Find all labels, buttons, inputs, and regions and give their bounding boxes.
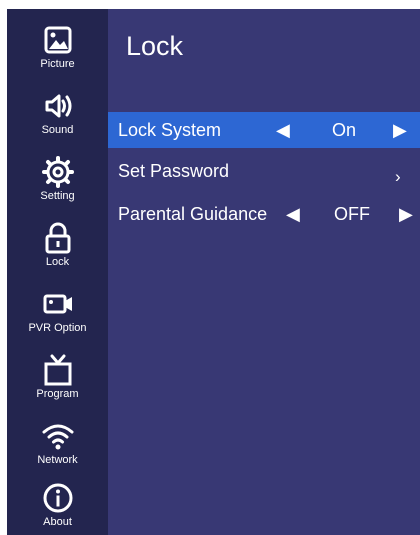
picture-icon — [44, 26, 71, 54]
lock-icon — [45, 222, 70, 254]
sidebar-item-program[interactable]: Program — [7, 353, 108, 400]
sidebar-item-label: Lock — [45, 256, 70, 268]
arrow-right-icon[interactable]: ▶ — [393, 112, 407, 148]
row-set-password[interactable]: Set Password › — [108, 153, 420, 189]
sidebar: Picture Sound Setting Lock PVR Option Pr… — [7, 9, 108, 535]
main-panel: Lock Lock System ◀ On ▶ Set Password › P… — [108, 9, 420, 535]
sidebar-item-network[interactable]: Network — [7, 419, 108, 466]
chevron-right-icon: › — [395, 167, 401, 186]
page-title: Lock — [126, 31, 184, 61]
camera-icon — [43, 294, 72, 314]
row-value: OFF — [334, 204, 370, 224]
tv-icon — [44, 354, 71, 386]
sidebar-item-setting[interactable]: Setting — [7, 155, 108, 202]
arrow-left-icon[interactable]: ◀ — [286, 196, 300, 232]
sound-icon — [45, 94, 71, 118]
sidebar-item-label: Setting — [40, 190, 75, 202]
row-label: Parental Guidance — [118, 204, 268, 224]
row-parental-guidance[interactable]: Parental Guidance ◀ OFF ▶ — [108, 196, 420, 232]
sidebar-item-label: PVR Option — [28, 322, 87, 334]
sidebar-item-label: Picture — [40, 58, 75, 70]
wifi-icon — [42, 424, 73, 450]
arrow-right-icon[interactable]: ▶ — [399, 196, 413, 232]
sidebar-item-pvr-option[interactable]: PVR Option — [7, 287, 108, 334]
row-label: Lock System — [118, 120, 222, 140]
sidebar-item-label: Sound — [41, 124, 74, 136]
row-label: Set Password — [118, 161, 230, 181]
sidebar-item-label: About — [43, 516, 72, 528]
row-value: On — [331, 120, 356, 140]
info-icon — [43, 483, 72, 513]
sidebar-item-label: Network — [37, 454, 78, 466]
setting-gear-icon — [41, 156, 74, 188]
sidebar-item-lock[interactable]: Lock — [7, 221, 108, 268]
sidebar-item-label: Program — [36, 388, 79, 400]
sidebar-item-sound[interactable]: Sound — [7, 89, 108, 136]
arrow-left-icon[interactable]: ◀ — [276, 112, 290, 148]
sidebar-item-picture[interactable]: Picture — [7, 23, 108, 70]
sidebar-item-about[interactable]: About — [7, 481, 108, 528]
row-lock-system[interactable]: Lock System ◀ On ▶ — [108, 112, 420, 148]
